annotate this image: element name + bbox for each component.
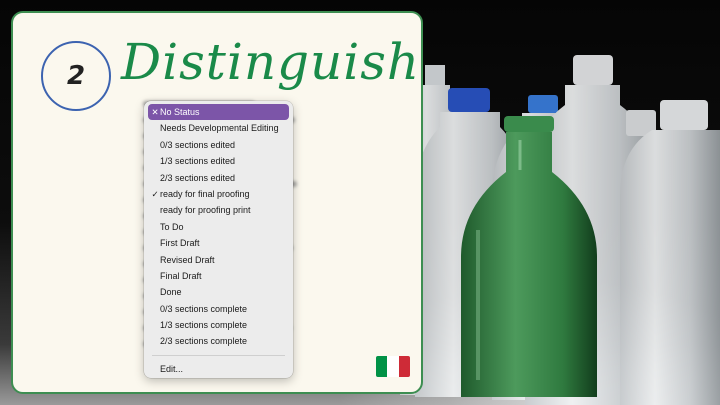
italy-flag-icon — [376, 356, 410, 377]
status-menu-item-label: 0/3 sections complete — [160, 303, 248, 314]
status-menu-item-label: 2/3 sections edited — [160, 172, 236, 183]
status-menu-item[interactable]: 0/3 sections edited — [148, 137, 289, 153]
status-menu-item[interactable]: 1/3 sections complete — [148, 317, 289, 333]
status-menu-item-label: No Status — [160, 107, 200, 117]
flag-stripe-red — [398, 356, 410, 377]
status-menu-item[interactable]: Final Draft — [148, 268, 289, 284]
status-menu-item-label: Done — [160, 287, 182, 298]
status-dropdown-menu[interactable]: ✕ No Status Needs Developmental Editing 0/3… — [144, 101, 293, 378]
status-menu-item[interactable]: 1/3 sections edited — [148, 153, 289, 169]
status-menu-item[interactable]: 2/3 sections complete — [148, 333, 289, 349]
checkmark-icon: ✓ — [151, 188, 159, 199]
status-menu-item-label: Needs Developmental Editing — [160, 123, 279, 134]
status-menu-item-label: To Do — [160, 221, 184, 232]
status-menu-item-label: ready for proofing print — [160, 205, 251, 216]
status-menu-item[interactable]: ready for proofing print — [148, 202, 289, 218]
flag-stripe-green — [376, 356, 388, 377]
status-menu-item[interactable]: Needs Developmental Editing — [148, 120, 289, 136]
status-menu-item[interactable]: To Do — [148, 219, 289, 235]
status-menu-item[interactable]: 0/3 sections complete — [148, 301, 289, 317]
status-menu-item-label: 1/3 sections complete — [160, 320, 248, 331]
status-menu-item[interactable]: ✓ ready for final proofing — [148, 186, 289, 202]
flag-stripe-white — [387, 356, 399, 377]
status-menu-item[interactable]: First Draft — [148, 235, 289, 251]
menu-item-edit[interactable]: Edit... — [148, 361, 289, 377]
status-menu-item-label: 1/3 sections edited — [160, 156, 236, 167]
status-menu-item[interactable]: Revised Draft — [148, 252, 289, 268]
status-menu-item-label: Final Draft — [160, 270, 202, 281]
card-title: Distinguish — [121, 33, 421, 91]
step-number-badge: 2 — [41, 41, 111, 111]
menu-item-edit-label: Edit... — [160, 363, 184, 374]
status-menu-item-label: Revised Draft — [160, 254, 215, 265]
status-menu-item[interactable]: Done — [148, 284, 289, 300]
status-menu-item-label: 2/3 sections complete — [160, 336, 248, 347]
status-menu-items: ✕ No Status Needs Developmental Editing 0/3… — [148, 104, 289, 350]
status-menu-item-label: First Draft — [160, 238, 200, 249]
menu-separator — [152, 354, 285, 356]
status-menu-item-label: 0/3 sections edited — [160, 139, 236, 150]
status-menu-item-label: ready for final proofing — [160, 188, 250, 199]
close-icon: ✕ — [151, 107, 159, 117]
status-menu-item[interactable]: ✕ No Status — [148, 104, 289, 121]
status-menu-item[interactable]: 2/3 sections edited — [148, 170, 289, 186]
